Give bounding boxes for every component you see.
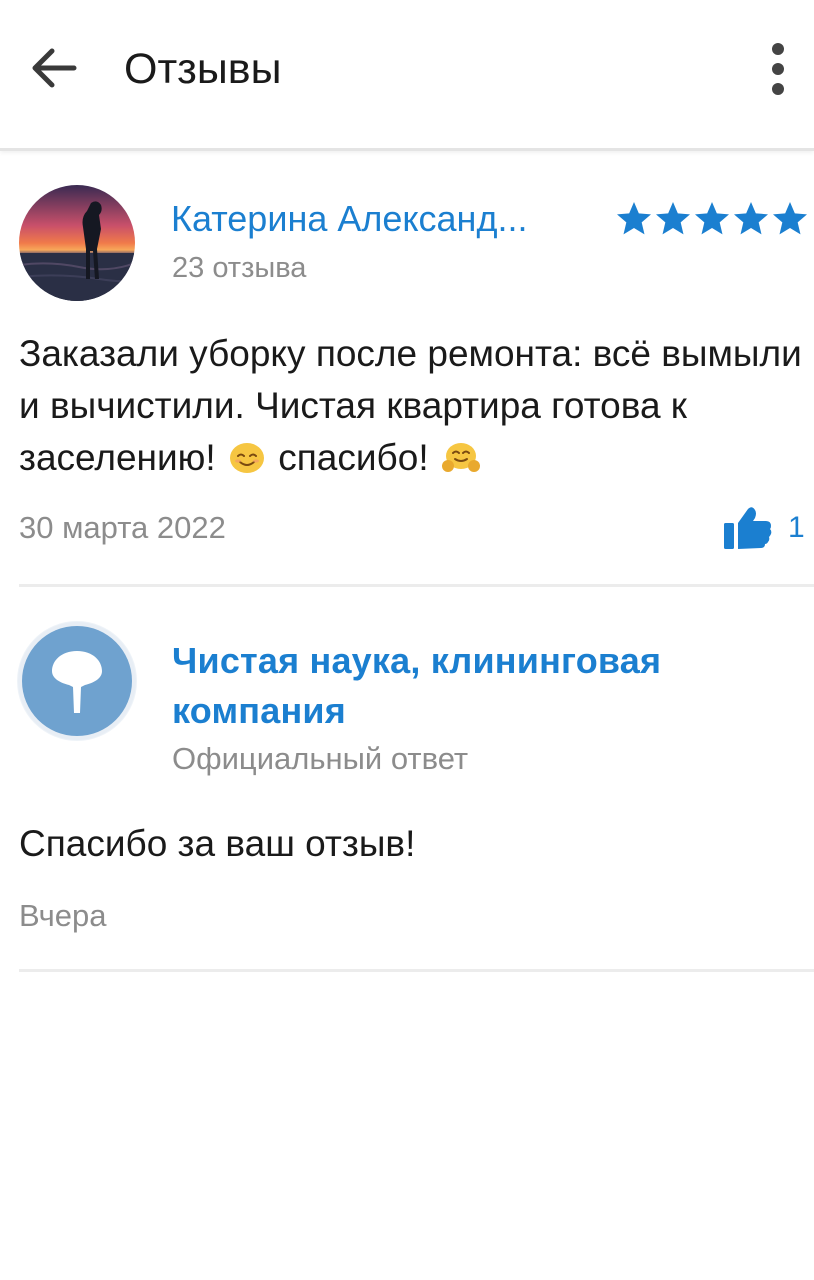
reply-text: Спасибо за ваш отзыв! (19, 823, 416, 864)
company-logo-icon (18, 622, 136, 740)
divider (19, 584, 814, 587)
official-reply-label: Официальный ответ (172, 741, 469, 776)
review-text: Заказали уборку после ремонта: всё вымыл… (19, 328, 809, 484)
user-avatar[interactable] (19, 185, 135, 301)
user-avatar-photo (19, 185, 135, 301)
company-avatar[interactable] (17, 621, 137, 741)
app-bar: Отзывы (0, 0, 814, 151)
rating-stars (614, 199, 809, 239)
like-button[interactable]: 1 (722, 505, 805, 551)
like-count: 1 (788, 511, 805, 544)
thumbs-up-icon (724, 507, 772, 549)
more-vertical-icon (772, 43, 784, 95)
page-title: Отзывы (124, 45, 282, 93)
review-date: 30 марта 2022 (19, 510, 226, 545)
company-name[interactable]: Чистая наука, клининговая компания (172, 636, 792, 736)
review-author-name[interactable]: Катерина Александ... (171, 198, 527, 240)
back-button[interactable] (22, 36, 86, 100)
hugging-face-icon (441, 443, 480, 472)
arrow-left-icon (32, 48, 77, 88)
reply-date: Вчера (19, 898, 107, 933)
review-text-thanks: спасибо! (278, 437, 429, 478)
star-icon (734, 202, 768, 235)
review-count: 23 отзыва (172, 252, 307, 284)
smiling-face-icon (229, 443, 264, 473)
star-icon (773, 202, 807, 235)
star-icon (695, 202, 729, 235)
star-icon (656, 202, 690, 235)
more-menu-button[interactable] (748, 40, 808, 100)
star-icon (617, 202, 651, 235)
divider (19, 969, 814, 972)
